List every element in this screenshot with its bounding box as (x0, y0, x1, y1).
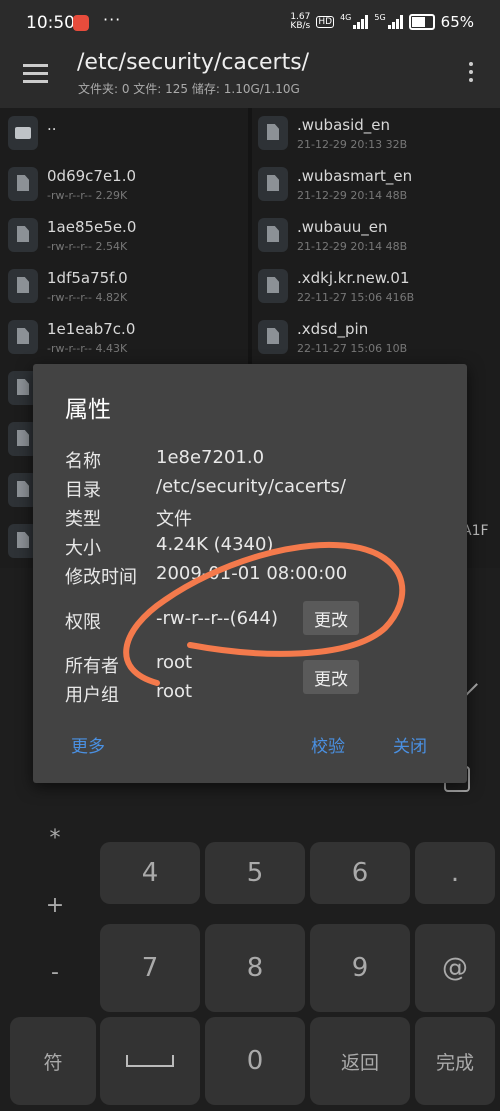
folder-icon (8, 116, 38, 150)
file-icon (258, 116, 288, 150)
folder-summary: 文件夹: 0 文件: 125 储存: 1.10G/1.10G (78, 82, 300, 96)
key-dot[interactable]: . (415, 842, 495, 904)
modified-time-value: 2009-01-01 08:00:00 (156, 563, 348, 584)
size-value: 4.24K (4340) (156, 534, 274, 555)
close-button[interactable]: 关闭 (393, 732, 427, 757)
file-row[interactable]: .wubasid_en 21-12-29 20:13 32B (252, 108, 500, 159)
type-label: 类型 (65, 509, 101, 530)
current-path: /etc/security/cacerts/ (77, 50, 310, 75)
app-bar: /etc/security/cacerts/ 文件夹: 0 文件: 125 储存… (0, 46, 500, 108)
menu-icon[interactable] (23, 64, 48, 84)
more-notifications-icon: ··· (103, 10, 122, 29)
change-owner-button[interactable]: 更改 (303, 660, 359, 694)
file-row[interactable]: 1df5a75f.0 -rw-r--r-- 4.82K (0, 261, 248, 312)
directory-value: /etc/security/cacerts/ (156, 476, 346, 497)
verify-button[interactable]: 校验 (311, 732, 345, 757)
key-at[interactable]: @ (415, 924, 495, 1012)
file-icon (258, 320, 288, 354)
status-bar: 10:50 ··· 1.67 KB/s HD 4G 5G 65% (0, 0, 500, 46)
dialog-title: 属性 (65, 397, 111, 423)
file-row[interactable]: 0d69c7e1.0 -rw-r--r-- 2.29K (0, 159, 248, 210)
signal-icon (353, 15, 369, 29)
file-icon (8, 218, 38, 252)
key-back[interactable]: 返回 (310, 1017, 410, 1105)
file-icon (8, 167, 38, 201)
key-8[interactable]: 8 (205, 924, 305, 1012)
owner-value: root (156, 652, 193, 673)
key-space[interactable] (100, 1017, 200, 1105)
key-7[interactable]: 7 (100, 924, 200, 1012)
group-label: 用户组 (65, 685, 119, 706)
key-plus[interactable]: + (30, 893, 80, 918)
change-permission-button[interactable]: 更改 (303, 601, 359, 635)
properties-dialog: 属性 名称 1e8e7201.0 目录 /etc/security/cacert… (33, 364, 467, 783)
key-asterisk[interactable]: * (30, 826, 80, 851)
key-5[interactable]: 5 (205, 842, 305, 904)
owner-label: 所有者 (65, 656, 119, 677)
file-row[interactable]: 1e1eab7c.0 -rw-r--r-- 4.43K (0, 312, 248, 363)
modified-time-label: 修改时间 (65, 567, 137, 588)
parent-folder-row[interactable]: .. (0, 108, 248, 159)
size-label: 大小 (65, 538, 101, 559)
directory-label: 目录 (65, 480, 101, 501)
file-row[interactable]: .wubauu_en 21-12-29 20:14 48B (252, 210, 500, 261)
name-value: 1e8e7201.0 (156, 447, 265, 468)
file-row[interactable]: .xdkj.kr.new.01 22-11-27 15:06 416B (252, 261, 500, 312)
space-icon (126, 1055, 174, 1067)
file-icon (258, 167, 288, 201)
file-icon (8, 269, 38, 303)
group-value: root (156, 681, 193, 702)
key-4[interactable]: 4 (100, 842, 200, 904)
file-icon (258, 269, 288, 303)
key-symbols[interactable]: 符 (10, 1017, 96, 1105)
key-minus[interactable]: - (30, 960, 80, 985)
signal-icon-2 (387, 15, 403, 29)
type-value: 文件 (156, 509, 192, 530)
file-icon (8, 320, 38, 354)
network-speed: 1.67 KB/s (290, 12, 311, 31)
file-icon (258, 218, 288, 252)
battery-icon (408, 14, 435, 30)
key-6[interactable]: 6 (310, 842, 410, 904)
file-row[interactable]: .xdsd_pin 22-11-27 15:06 10B (252, 312, 500, 363)
permission-value: -rw-r--r--(644) (156, 608, 278, 629)
notification-icon (73, 15, 89, 31)
file-row[interactable]: 1ae85e5e.0 -rw-r--r-- 2.54K (0, 210, 248, 261)
key-9[interactable]: 9 (310, 924, 410, 1012)
name-label: 名称 (65, 451, 101, 472)
more-button[interactable]: 更多 (71, 732, 105, 757)
key-0[interactable]: 0 (205, 1017, 305, 1105)
status-time: 10:50 (26, 13, 75, 33)
key-done[interactable]: 完成 (415, 1017, 495, 1105)
file-row[interactable]: .wubasmart_en 21-12-29 20:14 48B (252, 159, 500, 210)
hd-icon: HD (316, 16, 335, 28)
permission-label: 权限 (65, 612, 101, 633)
overflow-menu-icon[interactable] (469, 62, 473, 86)
battery-level: 65% (440, 13, 474, 31)
